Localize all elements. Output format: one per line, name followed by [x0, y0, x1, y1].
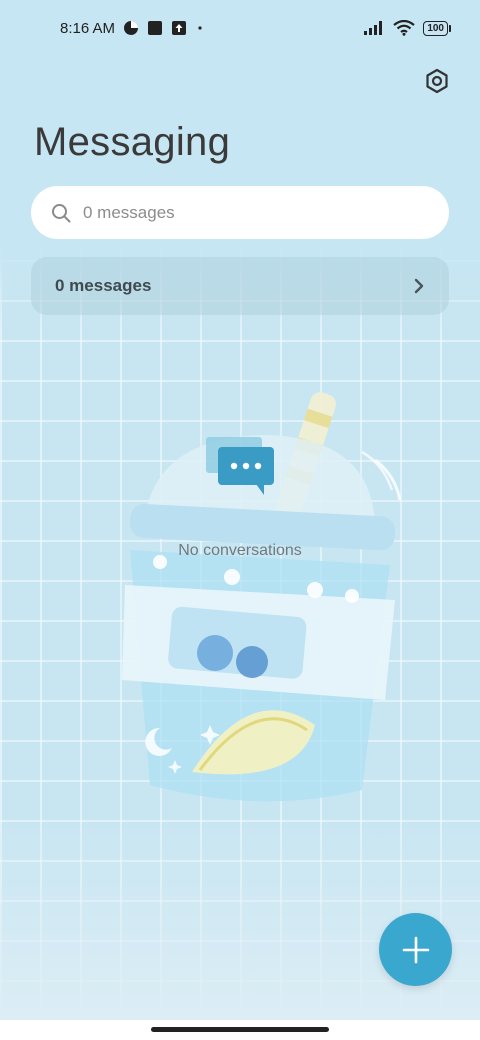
gear-hexagon-icon	[426, 68, 448, 94]
status-bar: 8:16 AM 100	[0, 0, 480, 56]
new-conversation-button[interactable]	[379, 913, 452, 986]
chat-bubble-icon	[206, 437, 274, 495]
search-input[interactable]: 0 messages	[31, 186, 449, 239]
upload-icon	[172, 21, 187, 35]
status-time: 8:16 AM	[60, 19, 116, 37]
search-icon	[52, 203, 71, 222]
search-placeholder: 0 messages	[83, 202, 175, 222]
battery-indicator: 100	[423, 20, 451, 36]
messages-summary-row[interactable]: 0 messages	[31, 257, 449, 315]
notification-app-icon	[148, 21, 163, 35]
chevron-right-icon	[414, 278, 424, 294]
messages-count-label: 0 messages	[55, 276, 152, 295]
vpn-icon	[124, 21, 139, 35]
signal-icon	[364, 21, 383, 35]
settings-button[interactable]	[420, 64, 454, 98]
more-notifications-icon	[198, 26, 202, 30]
home-indicator[interactable]	[151, 1027, 329, 1032]
status-right: 100	[363, 20, 451, 36]
plus-icon	[402, 936, 429, 963]
page-title: Messaging	[34, 120, 231, 164]
status-left: 8:16 AM	[60, 20, 205, 37]
empty-state-text: No conversations	[178, 542, 302, 559]
wifi-icon	[393, 20, 415, 36]
